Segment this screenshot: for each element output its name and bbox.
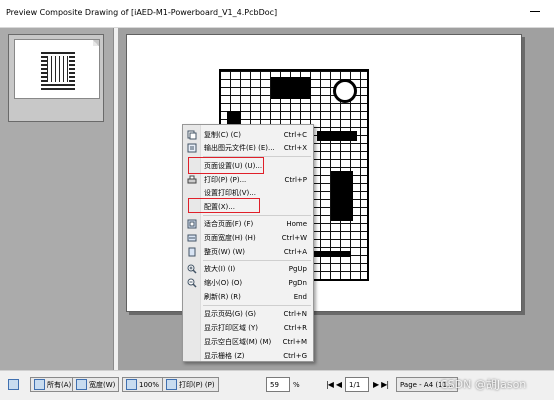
thumbnail-icon: [8, 379, 19, 390]
menu-item-label: 刷新(R) (R): [204, 293, 241, 301]
menu-item-label: 适合页面(F) (F): [204, 220, 254, 228]
menu-item-shortcut: PgUp: [288, 265, 307, 273]
menu-item-shortcut: Ctrl+A: [283, 248, 307, 256]
watermark: CSDN @胡Jason: [440, 378, 527, 391]
menu-item-shortcut: Ctrl+X: [283, 144, 307, 152]
menu-item-shortcut: PgDn: [288, 279, 308, 287]
page-navigation: |◀ ◀ 1/1 ▶ ▶|: [326, 377, 389, 392]
zoom-100-label: 100%: [139, 380, 160, 389]
menu-item-label: 放大(I) (I): [204, 265, 236, 273]
menu-item-label: 缩小(O) (O): [204, 279, 243, 287]
all-pages-icon: [34, 379, 45, 390]
menu-item-show-page-number[interactable]: 显示页码(G) (G) Ctrl+N: [183, 308, 313, 320]
menu-item-show-margins[interactable]: 显示空白区域(M) (M) Ctrl+M: [183, 336, 313, 348]
export-icon: [187, 143, 197, 153]
menu-item-label: 页面宽度(H) (H): [204, 234, 256, 242]
menu-separator: [203, 260, 311, 261]
fit-page-icon: [187, 219, 197, 229]
menu-item-label: 整页(W) (W): [204, 248, 245, 256]
menu-item-shortcut: Ctrl+M: [282, 338, 307, 346]
zoom-field[interactable]: 59 %: [266, 377, 300, 392]
menu-separator: [203, 215, 311, 216]
menu-item-export-metafile[interactable]: 输出图元文件(E) (E)... Ctrl+X: [183, 142, 313, 154]
page-thumbnail[interactable]: [8, 34, 104, 122]
menu-item-shortcut: Home: [286, 220, 307, 228]
menu-item-label: 显示栅格 (Z): [204, 352, 245, 360]
menu-item-fit-page[interactable]: 适合页面(F) (F) Home: [183, 218, 313, 230]
menu-item-print[interactable]: 打印(P) (P)... Ctrl+P: [183, 174, 313, 186]
menu-item-zoom-out[interactable]: 缩小(O) (O) PgDn: [183, 277, 313, 289]
highlight-box-configure: [188, 198, 260, 213]
first-page-icon[interactable]: |◀: [326, 380, 334, 389]
menu-item-shortcut: Ctrl+N: [283, 310, 307, 318]
menu-item-shortcut: Ctrl+C: [283, 131, 307, 139]
page-width-icon: [76, 379, 87, 390]
print-icon: [187, 175, 197, 185]
page-fold-icon: [93, 40, 99, 46]
menu-item-copy[interactable]: 复制(C) (C) Ctrl+C: [183, 129, 313, 141]
window-title: Preview Composite Drawing of [iAED-M1-Po…: [6, 8, 278, 17]
zoom-input[interactable]: 59: [266, 377, 290, 392]
menu-item-label: 输出图元文件(E) (E)...: [204, 144, 275, 152]
highlight-box-page-setup: [188, 157, 264, 174]
menu-item-label: 显示页码(G) (G): [204, 310, 256, 318]
thumbnail-page: [14, 39, 100, 99]
previous-page-icon[interactable]: ◀: [336, 380, 342, 389]
menu-item-label: 设置打印机(V)...: [204, 189, 256, 197]
title-bar: Preview Composite Drawing of [iAED-M1-Po…: [0, 0, 554, 28]
copy-icon: [187, 130, 197, 140]
next-page-icon[interactable]: ▶: [373, 380, 379, 389]
zoom-100-button[interactable]: 100%: [122, 377, 164, 392]
thumbnail-pane: [0, 28, 114, 370]
menu-item-label: 复制(C) (C): [204, 131, 241, 139]
menu-item-whole-page[interactable]: 整页(W) (W) Ctrl+A: [183, 246, 313, 258]
menu-item-shortcut: Ctrl+R: [283, 324, 307, 332]
menu-item-show-grid[interactable]: 显示栅格 (Z) Ctrl+G: [183, 350, 313, 362]
print-label: 打印(P) (P): [179, 380, 215, 389]
page-number-input[interactable]: 1/1: [345, 377, 370, 392]
zoom-out-icon: [187, 278, 197, 288]
page-width-label: 宽度(W): [89, 380, 116, 389]
menu-item-shortcut: Ctrl+P: [284, 176, 307, 184]
zoom-unit: %: [293, 380, 300, 389]
minimize-icon[interactable]: [526, 2, 544, 20]
zoom-in-icon: [187, 264, 197, 274]
menu-item-shortcut: End: [293, 293, 307, 301]
menu-item-label: 打印(P) (P)...: [204, 176, 247, 184]
menu-item-label: 显示空白区域(M) (M): [204, 338, 272, 346]
menu-item-label: 显示打印区域 (Y): [204, 324, 258, 332]
menu-separator: [203, 305, 311, 306]
print-button[interactable]: 打印(P) (P): [162, 377, 219, 392]
menu-item-zoom-in[interactable]: 放大(I) (I) PgUp: [183, 263, 313, 275]
thumbnail-pcb-image: [41, 50, 75, 90]
menu-item-show-print-area[interactable]: 显示打印区域 (Y) Ctrl+R: [183, 322, 313, 334]
page-width-button[interactable]: 宽度(W): [72, 377, 120, 392]
menu-item-shortcut: Ctrl+G: [283, 352, 307, 360]
menu-item-page-width[interactable]: 页面宽度(H) (H) Ctrl+W: [183, 232, 313, 244]
zoom-100-icon: [126, 379, 137, 390]
thumbnail-toggle-button[interactable]: [8, 377, 21, 392]
whole-page-icon: [187, 247, 197, 257]
menu-item-refresh[interactable]: 刷新(R) (R) End: [183, 291, 313, 303]
page-width-icon: [187, 233, 197, 243]
menu-item-shortcut: Ctrl+W: [281, 234, 307, 242]
context-menu: 复制(C) (C) Ctrl+C 输出图元文件(E) (E)... Ctrl+X…: [182, 124, 314, 362]
last-page-icon[interactable]: ▶|: [381, 380, 389, 389]
print-icon: [166, 379, 177, 390]
